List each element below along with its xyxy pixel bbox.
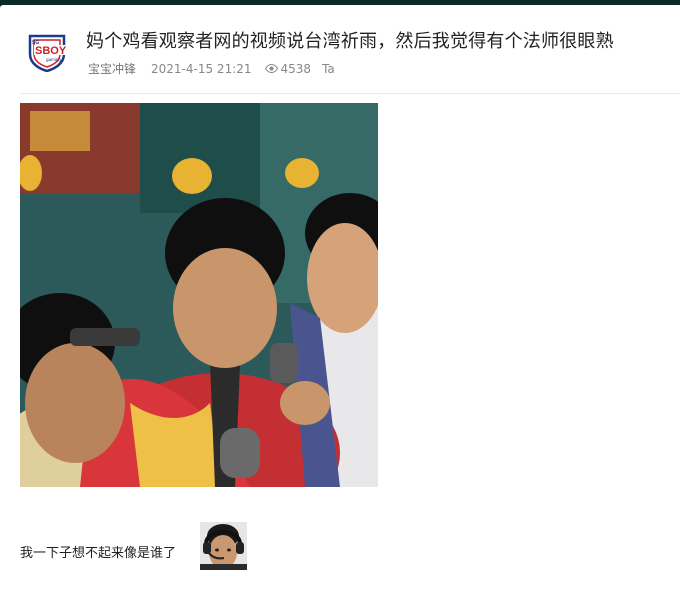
eye-icon bbox=[264, 64, 278, 73]
emoji-sticker bbox=[200, 522, 247, 570]
author-name-link[interactable]: 宝宝冲锋 bbox=[88, 60, 136, 77]
post-caption: 我一下子想不起来像是谁了 bbox=[20, 546, 177, 561]
view-count-value: 4538 bbox=[280, 61, 312, 76]
post-meta: 宝宝冲锋 2021-4-15 21:21 4538 Ta bbox=[88, 60, 335, 77]
author-avatar[interactable]: SG SBOY gaming bbox=[24, 32, 70, 72]
page: SG SBOY gaming 妈个鸡看观察者网的视频说台湾祈雨，然后我觉得有个法… bbox=[0, 0, 680, 597]
post-photo[interactable] bbox=[20, 103, 378, 487]
logo-text: SBOY bbox=[35, 45, 67, 57]
post-title: 妈个鸡看观察者网的视频说台湾祈雨，然后我觉得有个法师很眼熟 bbox=[86, 31, 614, 52]
post-datetime: 2021-4-15 21:21 bbox=[151, 61, 252, 76]
logo-subtext: gaming bbox=[46, 57, 61, 62]
header-divider bbox=[20, 93, 680, 94]
ta-link[interactable]: Ta bbox=[322, 62, 335, 76]
view-count: 4538 bbox=[264, 61, 312, 76]
